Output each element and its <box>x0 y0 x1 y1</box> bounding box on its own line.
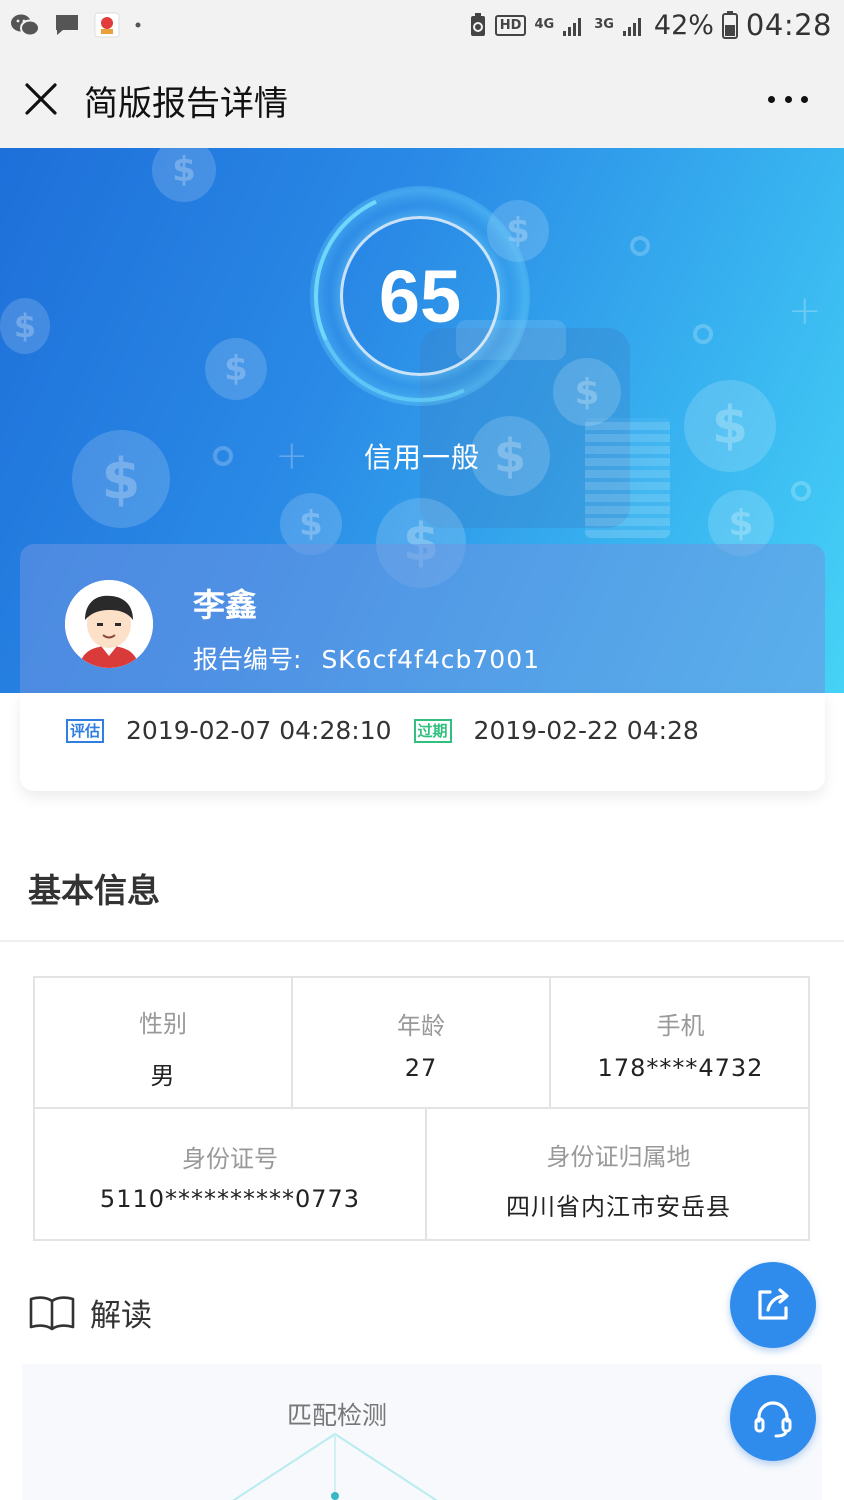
phone-label: 手机 <box>656 1012 705 1040</box>
coin-icon: $ <box>553 358 621 426</box>
basic-info-table: 性别 男 年龄 27 手机 178****4732 身份证号 5110*****… <box>33 976 810 1241</box>
network-4g-label: 4G <box>534 17 555 32</box>
dot-icon <box>135 22 141 28</box>
report-dates: 评估 2019-02-07 04:28:10 过期 2019-02-22 04:… <box>66 716 699 745</box>
bubble-ring <box>791 481 811 501</box>
id-location-value: 四川省内江市安岳县 <box>506 1193 731 1221</box>
basic-info-title: 基本信息 <box>28 871 160 910</box>
id-location-cell: 身份证归属地 四川省内江市安岳县 <box>427 1109 810 1239</box>
status-left <box>10 12 142 38</box>
battery-percent: 42% <box>653 9 714 41</box>
message-icon <box>56 15 78 35</box>
close-icon <box>25 83 57 115</box>
score-dial: 65 <box>284 160 556 432</box>
status-bar: HD 4G 3G 42% 04:28 <box>0 0 844 52</box>
recycle-icon <box>470 13 485 36</box>
close-button[interactable] <box>22 80 60 118</box>
bubble-ring <box>630 236 650 256</box>
headset-icon <box>754 1401 792 1438</box>
report-number-label: 报告编号: <box>193 645 302 674</box>
more-dot-icon <box>784 95 792 103</box>
section-divider <box>0 940 844 942</box>
customer-service-button[interactable] <box>730 1375 816 1461</box>
avatar <box>65 580 153 668</box>
network-3g-label: 3G <box>594 17 614 32</box>
phone-value: 178****4732 <box>597 1054 764 1082</box>
id-number-value: 5110**********0773 <box>99 1185 361 1213</box>
signal-icon <box>622 18 641 36</box>
expire-badge: 过期 <box>413 718 452 743</box>
eval-time: 2019-02-07 04:28:10 <box>126 716 392 745</box>
gender-label: 性别 <box>139 1010 187 1038</box>
id-number-label: 身份证号 <box>182 1145 278 1173</box>
status-right: HD 4G 3G 42% 04:28 <box>469 8 832 42</box>
coin-icon: $ <box>0 298 50 354</box>
age-label: 年龄 <box>397 1012 445 1040</box>
id-location-label: 身份证归属地 <box>546 1143 691 1171</box>
battery-icon <box>721 11 738 39</box>
credit-score: 65 <box>378 254 462 338</box>
radar-chart-decoration <box>232 1432 438 1500</box>
eval-badge: 评估 <box>66 718 105 743</box>
expire-time: 2019-02-22 04:28 <box>473 716 699 745</box>
clock: 04:28 <box>745 8 832 42</box>
age-value: 27 <box>404 1054 438 1082</box>
book-icon <box>29 1295 75 1330</box>
avatar-illustration-icon <box>65 580 153 668</box>
signal-icon <box>563 18 582 36</box>
match-detection-title: 匹配检测 <box>287 1401 388 1430</box>
plus-decoration: + <box>788 288 822 334</box>
report-number-value: SK6cf4f4cb7001 <box>321 645 541 674</box>
page-title: 简版报告详情 <box>84 84 288 124</box>
more-options-button[interactable] <box>768 84 808 114</box>
share-icon <box>758 1288 789 1320</box>
wechat-icon <box>11 14 40 37</box>
match-detection-panel <box>22 1364 822 1500</box>
credit-level-text: 信用一般 <box>363 441 480 474</box>
coin-icon: $ <box>205 338 267 400</box>
coin-icon: $ <box>152 148 216 202</box>
title-bar: 简版报告详情 <box>0 52 844 148</box>
age-cell: 年龄 27 <box>293 978 551 1109</box>
bubble-ring <box>693 324 713 344</box>
app-notification-icon <box>94 12 120 38</box>
id-number-cell: 身份证号 5110**********0773 <box>35 1109 427 1239</box>
user-name: 李鑫 <box>193 586 258 624</box>
share-button[interactable] <box>730 1262 816 1348</box>
more-dot-icon <box>768 95 775 103</box>
phone-cell: 手机 178****4732 <box>551 978 810 1109</box>
gender-value: 男 <box>150 1062 176 1090</box>
report-number: 报告编号: SK6cf4f4cb7001 <box>193 640 540 676</box>
gender-cell: 性别 男 <box>35 978 293 1109</box>
hd-indicator: HD <box>494 14 527 36</box>
interpretation-header: 解读 <box>28 1290 152 1335</box>
more-dot-icon <box>801 95 808 103</box>
interpretation-title: 解读 <box>90 1298 152 1334</box>
